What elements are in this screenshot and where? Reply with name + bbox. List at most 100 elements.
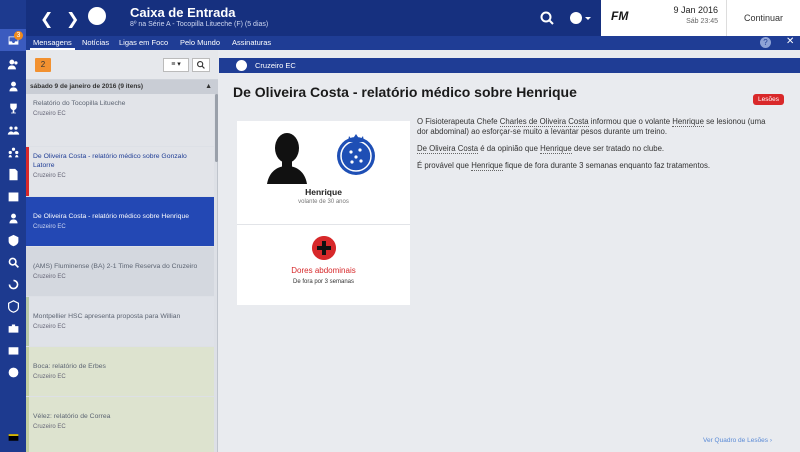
filter-dropdown[interactable]: ≡ ▾	[163, 58, 189, 72]
people-icon[interactable]	[0, 53, 26, 75]
tab-ligas-em-foco[interactable]: Ligas em Foco	[116, 36, 171, 50]
back-button[interactable]: ❮	[40, 9, 53, 29]
list-item-selected[interactable]: De Oliveira Costa - relatório médico sob…	[26, 197, 214, 246]
injury-table-link[interactable]: Ver Quadro de Lesões ›	[703, 437, 772, 444]
category-badge: Lesões	[753, 94, 784, 105]
sender-bar: Cruzeiro EC	[219, 58, 800, 73]
list-item[interactable]: Boca: relatório de Erbes Cruzeiro EC	[26, 347, 214, 396]
list-item-sender: Cruzeiro EC	[33, 173, 66, 179]
list-item[interactable]: Montpellier HSC apresenta proposta para …	[26, 297, 214, 346]
close-icon[interactable]: ✕	[786, 36, 794, 47]
body-text: É provável que	[417, 161, 472, 170]
current-date: 9 Jan 2016	[673, 5, 718, 15]
squad-icon[interactable]	[0, 141, 26, 163]
player-name[interactable]: Henrique	[237, 187, 410, 197]
club-crest-icon[interactable]	[333, 130, 379, 178]
body-text: informou que o volante	[588, 117, 673, 126]
team-icon[interactable]	[0, 119, 26, 141]
list-item-sender: Cruzeiro EC	[33, 374, 66, 380]
transfer-icon[interactable]	[0, 273, 26, 295]
list-item-title: Relatório do Tocopilla Litueche	[33, 100, 126, 107]
forward-button[interactable]: ❯	[66, 9, 79, 29]
list-item-title: Montpellier HSC apresenta proposta para …	[33, 313, 181, 320]
body-text: O Fisioterapeuta Chefe	[417, 117, 500, 126]
finance-icon[interactable]	[0, 339, 26, 361]
left-rail: 3	[0, 0, 26, 452]
tab-assinaturas[interactable]: Assinaturas	[229, 36, 274, 50]
list-item-sender: Cruzeiro EC	[33, 424, 66, 430]
staff-link[interactable]: De Oliveira Costa	[417, 144, 479, 154]
collapse-icon[interactable]: ▲	[205, 80, 212, 94]
tab-pelo-mundo[interactable]: Pelo Mundo	[177, 36, 223, 50]
message-title: De Oliveira Costa - relatório médico sob…	[233, 84, 577, 100]
coin-icon[interactable]	[0, 361, 26, 383]
message-list-panel: 2 ≡ ▾ sábado 9 de janeiro de 2016 (9 ite…	[26, 50, 218, 452]
body-text: é da opinião que	[478, 144, 541, 153]
body-text: fique de fora durante 3 semanas enquanto…	[502, 161, 711, 170]
message-paragraph: De Oliveira Costa é da opinião que Henri…	[417, 144, 777, 154]
list-item[interactable]: (AMS) Fluminense (BA) 2-1 Time Reserva d…	[26, 247, 214, 296]
player-silhouette-icon[interactable]	[263, 128, 311, 184]
fm-logo: FM	[611, 9, 629, 23]
scouting-icon[interactable]	[0, 251, 26, 273]
body-text: deve ser tratado no clube.	[571, 144, 665, 153]
tab-bar: Mensagens Notícias Ligas em Foco Pelo Mu…	[26, 36, 800, 50]
list-item[interactable]: Vélez: relatório de Correa Cruzeiro EC	[26, 397, 214, 452]
globe-icon[interactable]	[566, 8, 592, 28]
list-item-title: Vélez: relatório de Correa	[33, 413, 111, 420]
list-item-title: Boca: relatório de Erbes	[33, 363, 106, 370]
player-link[interactable]: Henrique	[672, 117, 704, 127]
search-icon[interactable]	[192, 58, 210, 72]
list-item-sender: Cruzeiro EC	[33, 224, 66, 230]
badge-icon[interactable]	[0, 295, 26, 317]
player-card: Henrique volante de 30 anos Dores abdomi…	[237, 121, 410, 305]
message-view: Cruzeiro EC De Oliveira Costa - relatóri…	[219, 50, 800, 452]
club-crest-icon	[236, 60, 247, 71]
flag-icon[interactable]	[0, 426, 26, 448]
briefcase-icon[interactable]	[0, 317, 26, 339]
tab-mensagens[interactable]: Mensagens	[30, 36, 75, 50]
player-link[interactable]: Henrique	[540, 144, 572, 154]
medical-icon[interactable]	[0, 229, 26, 251]
document-icon[interactable]	[0, 163, 26, 185]
list-item-sender: Cruzeiro EC	[33, 324, 66, 330]
player-link[interactable]: Henrique	[471, 161, 503, 171]
help-icon[interactable]: ?	[760, 37, 771, 48]
list-toolbar: 2 ≡ ▾	[26, 50, 218, 80]
top-header: ❮ ❯ Caixa de Entrada 8º na Série A - Toc…	[26, 0, 800, 36]
unread-count-badge[interactable]: 2	[35, 58, 51, 72]
page-title: Caixa de Entrada	[130, 5, 236, 20]
person-icon[interactable]	[0, 75, 26, 97]
inbox-badge: 3	[14, 31, 23, 40]
page-subtitle: 8º na Série A - Tocopilla Litueche (F) (…	[130, 21, 269, 28]
trophy-icon[interactable]	[0, 97, 26, 119]
inbox-icon[interactable]: 3	[0, 29, 26, 51]
list-scrollbar[interactable]	[215, 94, 218, 162]
list-item[interactable]: De Oliveira Costa - relatório médico sob…	[26, 147, 214, 196]
group-header-label: sábado 9 de janeiro de 2016 (9 itens)	[30, 83, 144, 90]
current-time: Sáb 23:45	[686, 18, 718, 25]
list-item-title: De Oliveira Costa - relatório médico sob…	[33, 153, 187, 169]
search-icon[interactable]	[538, 9, 556, 27]
staff-icon[interactable]	[0, 207, 26, 229]
player-card-header: Henrique volante de 30 anos	[237, 121, 410, 225]
injury-duration: De fora por 3 semanas	[292, 279, 355, 285]
message-paragraph: O Fisioterapeuta Chefe Charles de Olivei…	[417, 117, 777, 137]
list-item-title: De Oliveira Costa - relatório médico sob…	[33, 213, 190, 220]
tab-noticias[interactable]: Notícias	[79, 36, 112, 50]
player-role: volante de 30 anos	[298, 199, 349, 205]
list-item-sender: Cruzeiro EC	[33, 111, 66, 117]
list-item[interactable]: Relatório do Tocopilla Litueche Cruzeiro…	[26, 94, 214, 146]
sender-name[interactable]: Cruzeiro EC	[255, 61, 296, 70]
staff-link[interactable]: Charles de Oliveira Costa	[499, 117, 589, 127]
injury-name: Dores abdominais	[291, 266, 356, 275]
continue-button[interactable]: Continuar	[726, 0, 800, 36]
message-body: O Fisioterapeuta Chefe Charles de Olivei…	[417, 117, 777, 178]
list-item-title: (AMS) Fluminense (BA) 2-1 Time Reserva d…	[33, 263, 198, 270]
game-date-box: FM 9 Jan 2016 Sáb 23:45	[601, 0, 726, 36]
list-item-sender: Cruzeiro EC	[33, 274, 66, 280]
calendar-icon[interactable]	[0, 185, 26, 207]
group-header[interactable]: sábado 9 de janeiro de 2016 (9 itens) ▲	[26, 80, 218, 94]
message-paragraph: É provável que Henrique fique de fora du…	[417, 161, 777, 171]
club-crest-icon[interactable]	[88, 7, 106, 25]
